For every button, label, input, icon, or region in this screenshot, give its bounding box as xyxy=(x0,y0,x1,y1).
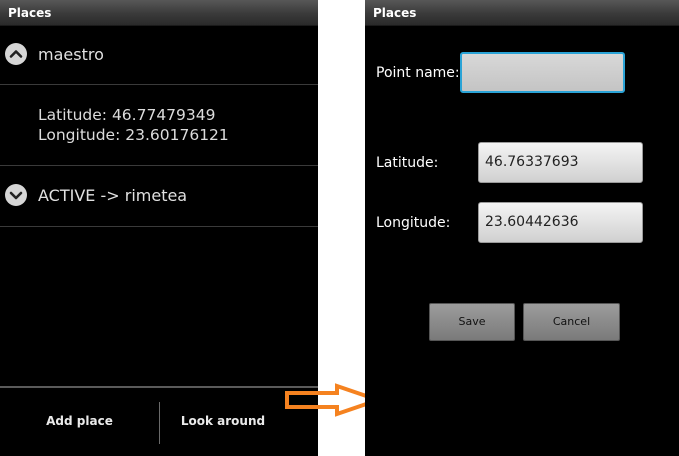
latitude-input[interactable]: 46.76337693 xyxy=(478,142,643,183)
longitude-input[interactable]: 23.60442636 xyxy=(478,202,643,243)
bottom-action-bar: Add place Look around xyxy=(0,386,318,456)
point-name-label: Point name: xyxy=(376,65,460,81)
places-list-screen: Places maestro Latitude: 46.77479349 Lon… xyxy=(0,0,318,456)
group-label: maestro xyxy=(38,45,104,64)
latitude-text: Latitude: 46.77479349 xyxy=(38,106,216,124)
expand-icon[interactable] xyxy=(5,184,27,206)
divider xyxy=(0,84,318,85)
title-bar: Places xyxy=(365,0,679,26)
point-name-input[interactable] xyxy=(460,52,625,93)
group-row-maestro[interactable]: maestro xyxy=(0,26,318,84)
look-around-button[interactable]: Look around xyxy=(160,388,286,456)
latitude-label: Latitude: xyxy=(376,155,439,171)
title-bar: Places xyxy=(0,0,318,26)
add-place-screen: Places Point name: Latitude: 46.76337693… xyxy=(365,0,679,456)
divider xyxy=(0,226,318,227)
add-place-button[interactable]: Add place xyxy=(0,388,159,456)
group-label: ACTIVE -> rimetea xyxy=(38,186,188,205)
save-button[interactable]: Save xyxy=(429,303,515,341)
cancel-button[interactable]: Cancel xyxy=(523,303,620,341)
longitude-label: Longitude: xyxy=(376,215,451,231)
longitude-text: Longitude: 23.60176121 xyxy=(38,126,229,144)
divider xyxy=(0,165,318,166)
group-row-rimetea[interactable]: ACTIVE -> rimetea xyxy=(0,167,318,225)
collapse-icon[interactable] xyxy=(5,43,27,65)
